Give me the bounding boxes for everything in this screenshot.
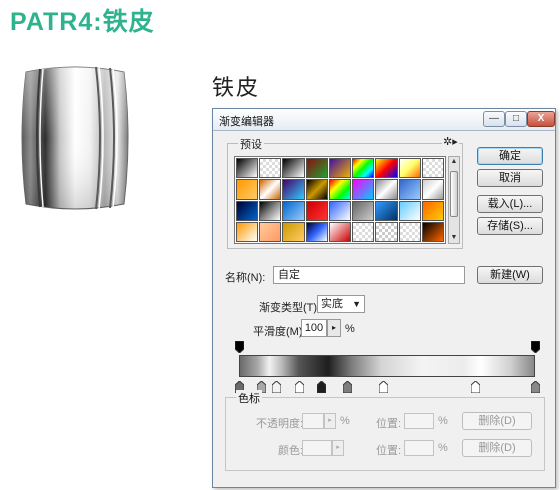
preset-swatch[interactable] <box>375 158 398 179</box>
preset-swatch[interactable] <box>259 179 282 200</box>
scroll-up-arrow-icon[interactable]: ▲ <box>449 157 459 167</box>
preset-swatch[interactable] <box>421 179 444 200</box>
sub-title: 铁皮 <box>212 75 261 100</box>
scroll-down-arrow-icon[interactable]: ▼ <box>449 233 459 243</box>
preset-swatch[interactable] <box>282 179 305 200</box>
gear-icon[interactable]: ✲▸ <box>442 135 459 148</box>
preset-swatch[interactable] <box>282 221 305 242</box>
presets-scrollbar[interactable]: ▲ ▼ <box>448 156 460 244</box>
preset-swatch[interactable] <box>352 179 375 200</box>
preset-swatch[interactable] <box>282 200 305 221</box>
maximize-button[interactable]: □ <box>505 111 527 127</box>
color-stop[interactable] <box>317 381 326 393</box>
preset-swatch[interactable] <box>375 200 398 221</box>
preset-swatch[interactable] <box>421 158 444 179</box>
preset-swatch[interactable] <box>305 200 328 221</box>
color-swatch[interactable] <box>302 440 332 456</box>
metal-cylinder-illustration <box>21 66 129 210</box>
dialog-title: 渐变编辑器 <box>219 116 274 128</box>
page-heading: PATR4:铁皮 <box>10 8 155 36</box>
preset-swatch[interactable] <box>421 221 444 242</box>
opacity-input[interactable] <box>302 413 324 429</box>
gradient-editor-area <box>225 333 545 395</box>
preset-swatch[interactable] <box>259 158 282 179</box>
location-unit: % <box>438 415 448 427</box>
presets-panel: 预设 ✲▸ ▲ ▼ <box>227 135 463 249</box>
color-stop[interactable] <box>343 381 352 393</box>
preset-swatch[interactable] <box>328 200 352 221</box>
dialog-titlebar[interactable]: 渐变编辑器 — □ X <box>213 109 555 131</box>
save-button[interactable]: 存储(S)... <box>477 217 543 235</box>
opacity-stop[interactable] <box>235 341 244 353</box>
color-stop[interactable] <box>379 381 388 393</box>
preset-swatch-grid <box>234 156 446 244</box>
gradient-type-value: 实底 <box>321 298 343 310</box>
gradient-type-label: 渐变类型(T): <box>259 302 321 314</box>
location-input-2[interactable] <box>404 440 434 456</box>
color-stops-group: 色标 不透明度: ▸ % 位置: % 删除(D) 颜色: ▸ 位置: % 删除(… <box>225 390 545 471</box>
gradient-editor-dialog: 渐变编辑器 — □ X 预设 ✲▸ ▲ ▼ 确定 取消 载入(L)... 存储(… <box>212 108 556 488</box>
location-input[interactable] <box>404 413 434 429</box>
color-stop[interactable] <box>471 381 480 393</box>
preset-swatch[interactable] <box>398 158 421 179</box>
chevron-down-icon: ▼ <box>352 299 361 309</box>
scroll-thumb[interactable] <box>450 171 458 217</box>
presets-label: 预设 <box>238 136 264 152</box>
opacity-dropdown[interactable]: ▸ <box>324 413 336 429</box>
delete-opacity-stop-button[interactable]: 删除(D) <box>462 412 532 430</box>
preset-swatch[interactable] <box>398 200 421 221</box>
opacity-stop[interactable] <box>531 341 540 353</box>
close-button[interactable]: X <box>527 111 555 127</box>
preset-swatch[interactable] <box>305 221 328 242</box>
color-stops-label: 色标 <box>236 390 262 406</box>
preset-swatch[interactable] <box>305 158 328 179</box>
preset-swatch[interactable] <box>236 179 259 200</box>
preset-swatch[interactable] <box>352 158 375 179</box>
preset-swatch[interactable] <box>352 200 375 221</box>
preset-swatch[interactable] <box>236 158 259 179</box>
preset-swatch[interactable] <box>259 200 282 221</box>
color-stop[interactable] <box>295 381 304 393</box>
preset-swatch[interactable] <box>352 221 375 242</box>
color-stop[interactable] <box>272 381 281 393</box>
cancel-button[interactable]: 取消 <box>477 169 543 187</box>
opacity-label: 不透明度: <box>256 418 304 430</box>
gradient-preview-bar[interactable] <box>239 355 535 377</box>
color-label: 颜色: <box>278 445 304 457</box>
location-label-2: 位置: <box>376 445 402 457</box>
new-button[interactable]: 新建(W) <box>477 266 543 284</box>
preset-swatch[interactable] <box>259 221 282 242</box>
color-stop[interactable] <box>531 381 540 393</box>
preset-swatch[interactable] <box>236 200 259 221</box>
preset-swatch[interactable] <box>328 221 352 242</box>
preset-swatch[interactable] <box>328 158 352 179</box>
opacity-unit: % <box>340 415 350 427</box>
preset-swatch[interactable] <box>305 179 328 200</box>
preset-swatch[interactable] <box>282 158 305 179</box>
minimize-button[interactable]: — <box>483 111 505 127</box>
preset-swatch[interactable] <box>375 179 398 200</box>
preset-swatch[interactable] <box>398 179 421 200</box>
preset-swatch[interactable] <box>375 221 398 242</box>
load-button[interactable]: 载入(L)... <box>477 195 543 213</box>
gradient-type-select[interactable]: 实底 ▼ <box>317 295 365 313</box>
preset-swatch[interactable] <box>421 200 444 221</box>
preset-swatch[interactable] <box>236 221 259 242</box>
delete-color-stop-button[interactable]: 删除(D) <box>462 439 532 457</box>
color-dropdown[interactable]: ▸ <box>332 440 344 456</box>
ok-button[interactable]: 确定 <box>477 147 543 165</box>
location-unit-2: % <box>438 442 448 454</box>
location-label: 位置: <box>376 418 402 430</box>
preset-swatch[interactable] <box>328 179 352 200</box>
name-label: 名称(N): <box>225 272 266 284</box>
preset-swatch[interactable] <box>398 221 421 242</box>
name-input[interactable]: 自定 <box>273 266 465 284</box>
